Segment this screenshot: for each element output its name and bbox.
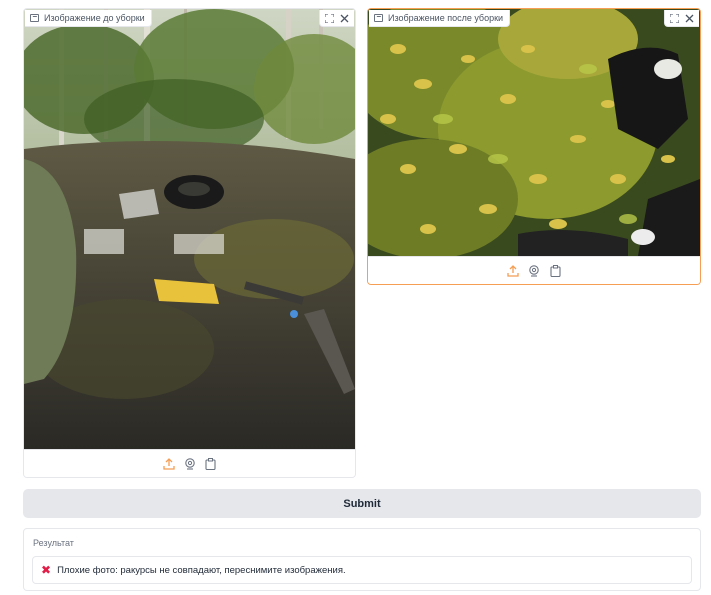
result-label: Результат	[33, 538, 74, 548]
close-icon[interactable]	[338, 12, 351, 25]
after-image-label-text: Изображение после уборки	[388, 13, 504, 23]
before-photo	[24, 9, 355, 450]
webcam-icon[interactable]	[183, 457, 197, 471]
after-photo	[368, 9, 700, 256]
before-corner-tools	[319, 10, 354, 27]
after-corner-tools	[664, 10, 699, 27]
fullscreen-icon[interactable]	[668, 12, 681, 25]
x-mark-icon: ✖	[41, 563, 52, 577]
submit-button[interactable]: Submit	[23, 489, 701, 518]
clipboard-icon[interactable]	[548, 264, 562, 278]
after-image-label: Изображение после уборки	[369, 10, 511, 27]
before-image-label-text: Изображение до уборки	[44, 13, 145, 23]
fullscreen-icon[interactable]	[323, 12, 336, 25]
before-image-toolbar	[24, 449, 355, 477]
result-output: ✖ Плохие фото: ракурсы не совпадают, пер…	[32, 556, 692, 584]
upload-icon[interactable]	[162, 457, 176, 471]
close-icon[interactable]	[683, 12, 696, 25]
upload-icon[interactable]	[506, 264, 520, 278]
before-image-label: Изображение до уборки	[25, 10, 152, 27]
result-panel: Результат ✖ Плохие фото: ракурсы не совп…	[23, 528, 701, 591]
after-image-toolbar	[368, 256, 700, 284]
after-image-panel[interactable]: Изображение после уборки	[367, 8, 701, 285]
webcam-icon[interactable]	[527, 264, 541, 278]
before-image-panel[interactable]: Изображение до уборки	[23, 8, 356, 478]
image-icon	[374, 14, 383, 22]
image-icon	[30, 14, 39, 22]
result-message: Плохие фото: ракурсы не совпадают, перес…	[57, 564, 346, 576]
clipboard-icon[interactable]	[204, 457, 218, 471]
